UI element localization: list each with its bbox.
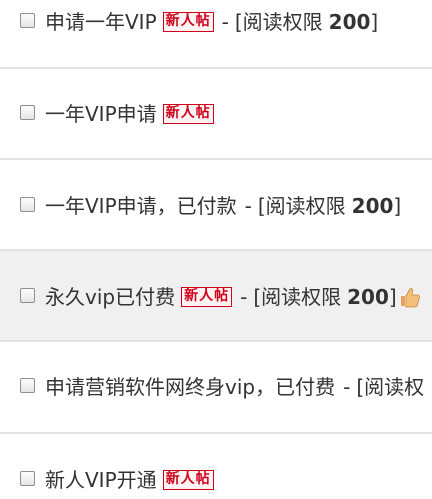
thumbs-up-icon [398, 285, 422, 309]
thread-row: 申请一年VIP 新人帖 - [阅读权限 200 ] [0, 0, 432, 69]
thread-row: 一年VIP申请 新人帖 [0, 69, 432, 160]
read-permission-label: [阅读权 [356, 375, 425, 399]
thread-row: 申请营销软件网终身vip，已付费 - [阅读权 [0, 342, 432, 434]
thread-row: 永久vip已付费 新人帖 - [阅读权限 200 ] [0, 251, 432, 342]
thread-row: 新人VIP开通 新人帖 [0, 434, 432, 499]
thread-title[interactable]: 新人VIP开通 [45, 468, 157, 492]
separator: - [244, 194, 252, 218]
read-permission-close: ] [370, 10, 379, 34]
thread-title[interactable]: 一年VIP申请，已付款 [45, 194, 237, 218]
read-permission-value: 200 [347, 285, 389, 309]
thread-title[interactable]: 永久vip已付费 [45, 285, 175, 309]
thread-title[interactable]: 申请一年VIP [45, 10, 157, 34]
separator: - [221, 10, 229, 34]
thread-checkbox[interactable] [20, 377, 35, 393]
separator: - [343, 375, 351, 399]
thread-list: 申请一年VIP 新人帖 - [阅读权限 200 ] 一年VIP申请 新人帖 一年… [0, 0, 432, 499]
new-post-badge: 新人帖 [162, 470, 214, 490]
new-post-badge: 新人帖 [162, 12, 214, 32]
read-permission-label: [阅读权限 [257, 194, 346, 218]
read-permission-label: [阅读权限 [234, 10, 323, 34]
thread-title[interactable]: 申请营销软件网终身vip，已付费 [45, 375, 335, 399]
new-post-badge: 新人帖 [181, 287, 233, 307]
thread-checkbox[interactable] [20, 287, 35, 303]
separator: - [240, 285, 248, 309]
read-permission-close: ] [388, 285, 397, 309]
thread-checkbox[interactable] [20, 196, 35, 212]
thread-checkbox[interactable] [20, 12, 35, 28]
thread-checkbox[interactable] [20, 104, 35, 120]
new-post-badge: 新人帖 [162, 104, 214, 124]
thread-checkbox[interactable] [20, 470, 35, 486]
thread-row: 一年VIP申请，已付款 - [阅读权限 200 ] [0, 160, 432, 251]
thread-title[interactable]: 一年VIP申请 [45, 102, 157, 126]
read-permission-label: [阅读权限 [253, 285, 342, 309]
read-permission-value: 200 [328, 10, 371, 34]
read-permission-value: 200 [351, 194, 394, 218]
read-permission-close: ] [393, 194, 402, 218]
